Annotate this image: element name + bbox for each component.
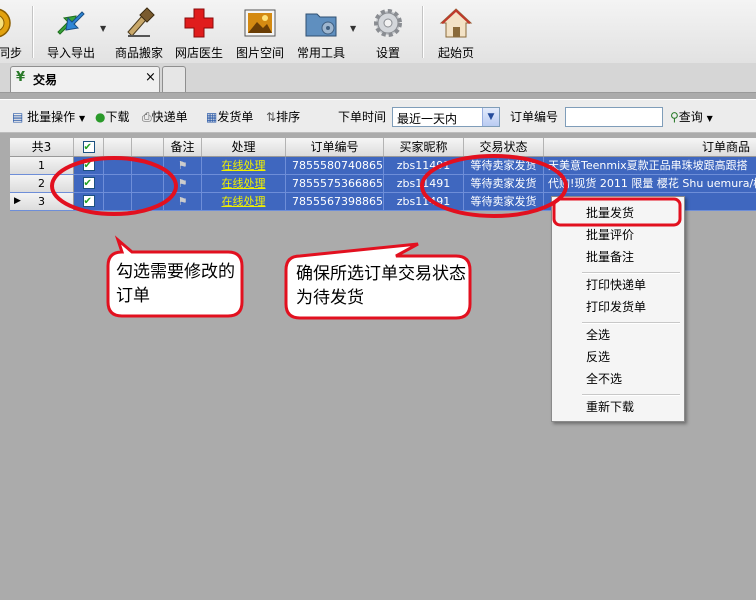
left-callout-text: 勾选需要修改的订单 — [116, 262, 235, 306]
status-highlight-ellipse — [420, 154, 568, 218]
right-callout-text: 确保所选订单交易状态为待发货 — [296, 264, 466, 308]
checkbox-highlight-ellipse — [50, 156, 178, 216]
menu-item-highlight-box — [552, 197, 682, 227]
